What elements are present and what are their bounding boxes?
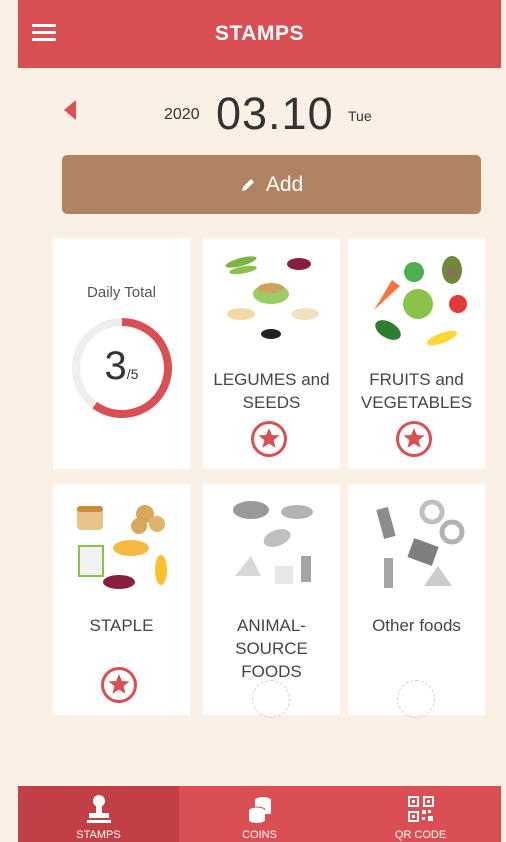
nav-label-coins: COINS	[242, 829, 277, 841]
nav-tab-stamps[interactable]: STAMPS	[18, 786, 179, 842]
stamp-star-icon	[101, 667, 137, 703]
empty-stamp-slot	[397, 680, 435, 718]
qr-code-icon	[407, 796, 434, 822]
app-root: STAMPS 2020 03.10 Tue Add Daily Total 3/…	[0, 0, 506, 842]
nav-label-qr-code: QR CODE	[394, 829, 447, 841]
category-name-animal-source: ANIMAL-SOURCE FOODS	[235, 616, 308, 681]
nav-label-stamps: STAMPS	[76, 829, 121, 841]
page-title: STAMPS	[215, 22, 304, 45]
pencil-icon	[241, 178, 254, 191]
left-caret-icon[interactable]	[64, 100, 76, 120]
top-bar: STAMPS	[18, 0, 501, 68]
coins-icon	[248, 797, 271, 823]
stamp-star-icon	[251, 421, 287, 457]
nav-tab-coins[interactable]: COINS	[179, 786, 340, 842]
category-card-staple[interactable]: STAPLE	[53, 484, 190, 715]
daily-total-card: Daily Total 3/5	[53, 238, 190, 469]
daily-total-label: Daily Total	[87, 284, 156, 301]
animal-source-foods-image	[233, 501, 313, 584]
bottom-nav: STAMPS COINS QR CODE	[18, 786, 501, 842]
add-button[interactable]: Add	[62, 155, 481, 214]
category-name-staple: STAPLE	[89, 616, 154, 635]
date-selector: 2020 03.10 Tue	[18, 70, 501, 154]
date-month-day: 03.10	[216, 88, 334, 139]
stamp-star-icon	[396, 421, 432, 457]
category-name-other-foods: Other foods	[372, 616, 461, 635]
category-name-fruits: FRUITS and VEGETABLES	[360, 370, 473, 412]
other-foods-image	[376, 499, 465, 588]
date-year: 2020	[164, 106, 200, 123]
daily-total-count: 3	[104, 344, 127, 388]
category-card-animal-source[interactable]: ANIMAL-SOURCE FOODS	[203, 484, 340, 718]
daily-total-value: 3/5	[53, 344, 190, 389]
date-weekday: Tue	[348, 108, 372, 124]
daily-total-denominator: /5	[126, 366, 139, 382]
category-card-fruits[interactable]: FRUITS and VEGETABLES	[348, 238, 485, 469]
add-button-label: Add	[265, 172, 304, 196]
nav-tab-qr-code[interactable]: QR CODE	[340, 786, 501, 842]
stamp-icon	[86, 795, 111, 823]
hamburger-menu-icon[interactable]	[32, 24, 56, 42]
fruits-vegetables-image	[374, 256, 467, 346]
legumes-seeds-image	[225, 256, 319, 339]
category-card-other-foods[interactable]: Other foods	[348, 484, 485, 718]
category-name-legumes: LEGUMES and SEEDS	[213, 370, 330, 412]
empty-stamp-slot	[252, 680, 290, 718]
category-card-legumes[interactable]: LEGUMES and SEEDS	[203, 238, 340, 469]
staple-image	[77, 505, 167, 589]
